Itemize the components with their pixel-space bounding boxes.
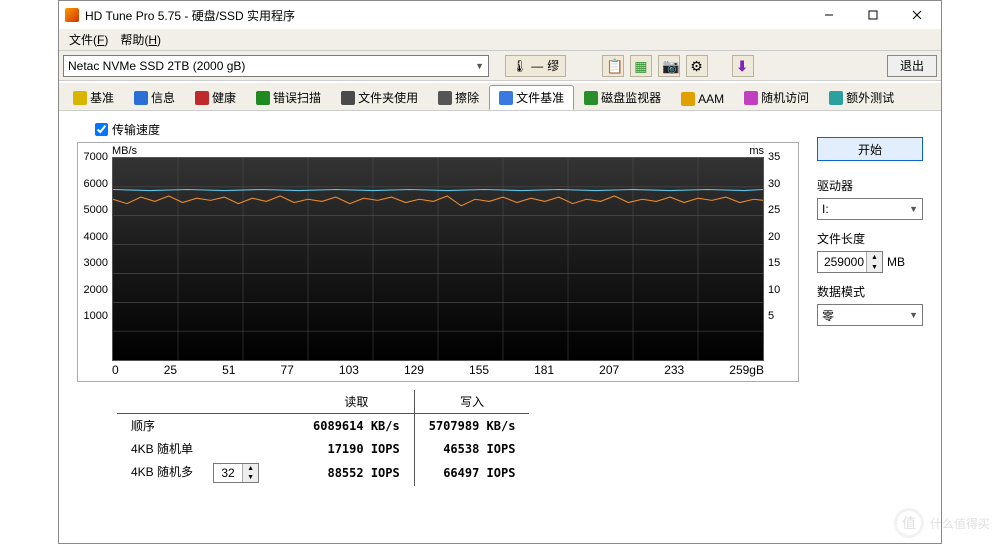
menu-file[interactable]: 文件(F) — [63, 29, 114, 50]
y-right-label: ms — [749, 145, 764, 157]
tab-1[interactable]: 信息 — [124, 85, 185, 110]
chart-area: MB/s ms 7000600050004000300020001000 — [77, 142, 799, 382]
queue-depth-spinner[interactable]: ▲▼ — [213, 463, 259, 483]
exit-button[interactable]: 退出 — [887, 55, 937, 77]
tab-2[interactable]: 健康 — [185, 85, 246, 110]
temperature-display: 🌡 — 缪 — [505, 55, 566, 77]
start-button[interactable]: 开始 — [817, 137, 923, 161]
drive-selector[interactable]: Netac NVMe SSD 2TB (2000 gB) ▼ — [63, 55, 489, 77]
file-length-unit: MB — [887, 255, 905, 269]
drive-label: 驱动器 — [817, 177, 923, 194]
transfer-speed-label: 传输速度 — [112, 121, 160, 138]
tab-icon — [134, 91, 148, 105]
tab-icon — [438, 91, 452, 105]
options-button[interactable]: ⚙ — [686, 55, 708, 77]
data-mode-select[interactable]: 零▼ — [817, 304, 923, 326]
y-left-label: MB/s — [112, 145, 137, 157]
tab-icon — [744, 91, 758, 105]
transfer-speed-checkbox[interactable] — [95, 123, 108, 136]
app-icon — [65, 8, 79, 22]
file-length-label: 文件长度 — [817, 230, 923, 247]
tab-icon — [584, 91, 598, 105]
close-button[interactable] — [899, 3, 935, 27]
tab-0[interactable]: 基准 — [63, 85, 124, 110]
tab-icon — [73, 91, 87, 105]
file-length-input[interactable] — [818, 252, 866, 272]
tab-3[interactable]: 错误扫描 — [246, 85, 331, 110]
copy-info-button[interactable]: 📋 — [602, 55, 624, 77]
tab-icon — [829, 91, 843, 105]
results-table: 读取写入顺序6089614 KB/s5707989 KB/s4KB 随机单171… — [117, 390, 799, 486]
file-length-spinner[interactable]: ▲▼ — [817, 251, 883, 273]
tab-8[interactable]: AAM — [671, 88, 734, 110]
tab-icon — [499, 91, 513, 105]
queue-depth-input[interactable] — [214, 464, 242, 482]
menu-help[interactable]: 帮助(H) — [114, 29, 167, 50]
tab-icon — [681, 92, 695, 106]
file-length-up[interactable]: ▲ — [867, 252, 882, 262]
tab-icon — [195, 91, 209, 105]
maximize-button[interactable] — [855, 3, 891, 27]
minimize-button[interactable] — [811, 3, 847, 27]
tab-10[interactable]: 额外测试 — [819, 85, 904, 110]
drive-letter-select[interactable]: I:▼ — [817, 198, 923, 220]
watermark: 值 什么值得买 — [894, 508, 990, 538]
drive-selector-value: Netac NVMe SSD 2TB (2000 gB) — [68, 59, 245, 73]
save-button[interactable]: ⬇ — [732, 55, 754, 77]
file-length-down[interactable]: ▼ — [867, 262, 882, 272]
window-title: HD Tune Pro 5.75 - 硬盘/SSD 实用程序 — [85, 7, 811, 24]
tab-icon — [341, 91, 355, 105]
tab-6[interactable]: 文件基准 — [489, 85, 574, 110]
tab-icon — [256, 91, 270, 105]
tab-4[interactable]: 文件夹使用 — [331, 85, 428, 110]
tab-5[interactable]: 擦除 — [428, 85, 489, 110]
chevron-down-icon: ▼ — [475, 61, 484, 71]
thermometer-icon: 🌡 — [512, 59, 527, 73]
data-mode-label: 数据模式 — [817, 283, 923, 300]
tab-7[interactable]: 磁盘监视器 — [574, 85, 671, 110]
screenshot-button[interactable]: 📷 — [658, 55, 680, 77]
tab-9[interactable]: 随机访问 — [734, 85, 819, 110]
copy-chart-button[interactable]: ▦ — [630, 55, 652, 77]
